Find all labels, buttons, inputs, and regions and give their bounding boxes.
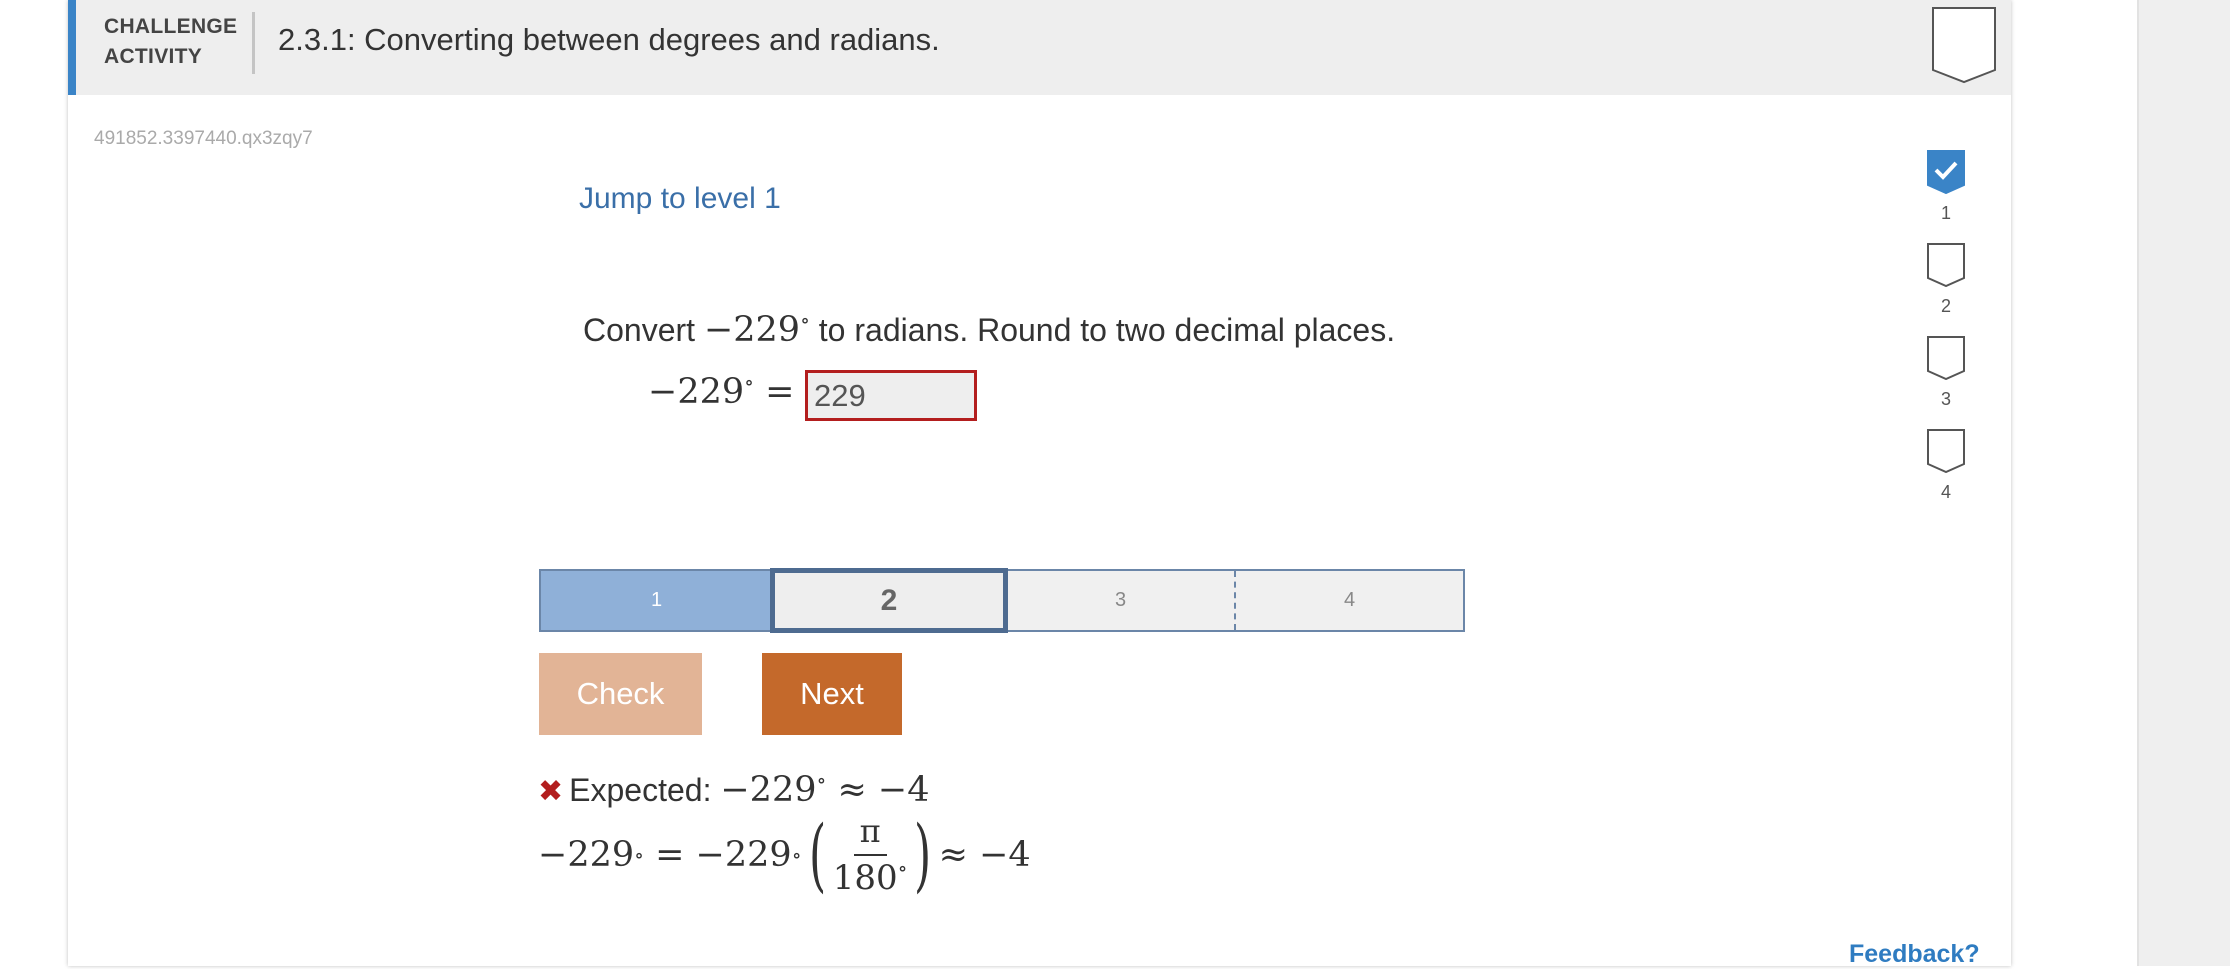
sidebar-level-label: 3 <box>1940 389 1951 409</box>
work-rhs-degree: ∘ <box>791 843 802 867</box>
level-badge-icon <box>1927 429 1965 474</box>
equation-degree: ∘ <box>744 370 754 394</box>
completion-badge-icon <box>1931 6 1997 89</box>
activity-id: 491852.3397440.qx3zqy7 <box>94 128 313 149</box>
solution-work-line: −229 ∘ = −229 ∘ ( π 180∘ ) ≈ −4 <box>538 812 1031 898</box>
denominator-degree: ∘ <box>897 856 908 880</box>
work-result: ≈ −4 <box>938 835 1031 875</box>
prompt-math-value: −229 <box>703 310 801 350</box>
level-4-segment: 4 <box>1234 571 1463 630</box>
activity-title: 2.3.1: Converting between degrees and ra… <box>278 22 940 57</box>
right-paren: ) <box>914 808 932 901</box>
level-2-segment[interactable]: 2 <box>770 568 1008 633</box>
fraction-numerator: π <box>853 812 887 856</box>
fraction-denominator: 180∘ <box>833 856 908 898</box>
jump-to-level-link[interactable]: Jump to level 1 <box>579 182 781 216</box>
level-3-segment: 3 <box>1114 589 1127 611</box>
sidebar-level-label: 4 <box>1940 482 1951 502</box>
level-badge-icon <box>1927 336 1965 381</box>
expected-degree: ∘ <box>816 768 827 792</box>
level-progress-bar: 1 2 3 4 <box>539 568 1465 633</box>
degree-symbol: ∘ <box>800 308 810 332</box>
expected-math-value: −229 <box>720 770 817 810</box>
incorrect-x-icon: ✖ <box>538 775 564 808</box>
next-button[interactable]: Next <box>762 653 902 735</box>
work-lhs: −229 <box>538 835 635 875</box>
equation-equals: = <box>765 372 795 412</box>
level-complete-icon <box>1927 150 1965 195</box>
work-equals: = −229 <box>655 835 792 875</box>
sidebar-level-label: 1 <box>1940 203 1951 223</box>
activity-type-label: CHALLENGE ACTIVITY <box>104 15 238 68</box>
sidebar-level-4: 4 <box>1922 429 1970 503</box>
answer-input[interactable] <box>805 370 977 421</box>
sidebar-level-2[interactable]: 2 <box>1922 243 1970 317</box>
left-paren: ( <box>808 808 826 901</box>
check-button[interactable]: Check <box>539 653 702 735</box>
level-badge-icon <box>1927 243 1965 288</box>
sidebar-level-label: 2 <box>1940 296 1951 316</box>
header-divider <box>252 12 255 74</box>
equation-lhs: −229 <box>648 372 745 412</box>
expected-label: Expected: <box>569 772 712 808</box>
denominator-value: 180 <box>832 858 898 898</box>
activity-header: CHALLENGE ACTIVITY 2.3.1: Converting bet… <box>68 0 2011 95</box>
page-gutter <box>2137 0 2230 966</box>
feedback-link[interactable]: Feedback? <box>1849 940 1980 969</box>
answer-equation: −229∘ = <box>648 370 794 412</box>
expected-math: −229∘ ≈ −4 <box>720 768 930 810</box>
work-lhs-degree: ∘ <box>634 843 644 867</box>
sidebar-level-1[interactable]: 1 <box>1922 150 1970 224</box>
prompt-math: −229∘ <box>703 308 810 350</box>
question-prompt: Convert −229∘ to radians. Round to two d… <box>583 308 1395 350</box>
conversion-fraction: π 180∘ <box>833 812 908 898</box>
prompt-text-before: Convert <box>583 312 696 348</box>
level-1-segment[interactable]: 1 <box>541 571 772 630</box>
sidebar-level-3: 3 <box>1922 336 1970 410</box>
expected-result: ≈ −4 <box>837 770 930 810</box>
challenge-activity-card: CHALLENGE ACTIVITY 2.3.1: Converting bet… <box>68 0 2011 969</box>
prompt-text-after: to radians. Round to two decimal places. <box>818 312 1396 348</box>
expected-answer-line: ✖ Expected: −229∘ ≈ −4 <box>538 768 929 810</box>
